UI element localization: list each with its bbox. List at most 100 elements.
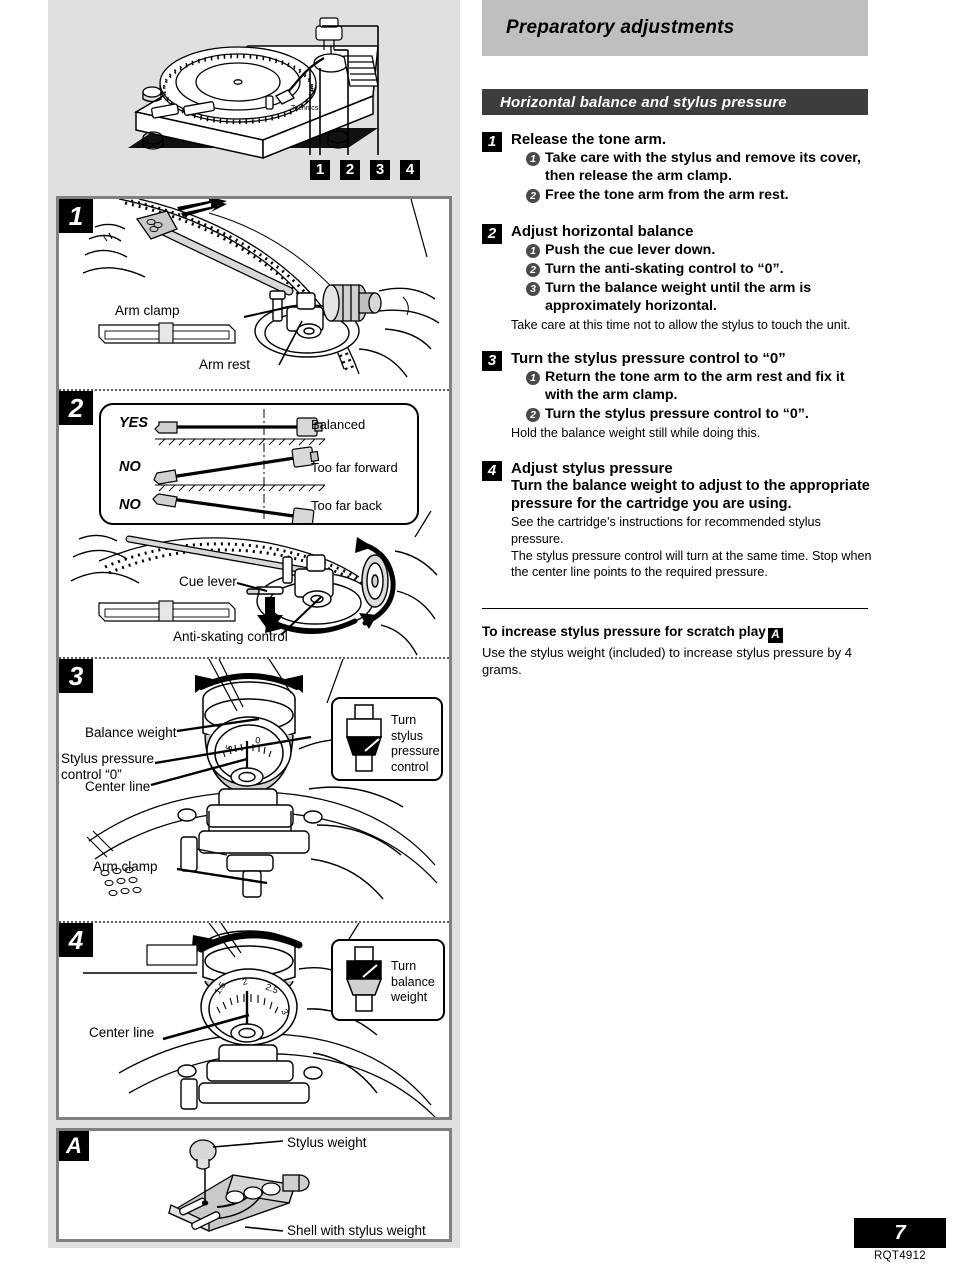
substep: 1 Take care with the stylus and remove i… xyxy=(526,150,872,186)
label-center-line-p3: Center line xyxy=(85,779,151,794)
turntable-overview-illustration: Technics 1 2 3 4 xyxy=(48,0,460,196)
scratch-play-badge: A xyxy=(767,627,783,643)
page-title-bar: Preparatory adjustments xyxy=(482,0,868,56)
substep-text: Turn the anti-skating control to “0”. xyxy=(545,261,784,278)
steps-illustration-frame: 1 Arm clamp Arm rest 2 YES NO NO Balance… xyxy=(56,196,452,1120)
label-arm-clamp-p1: Arm clamp xyxy=(115,303,180,318)
caption-too-far-back: Too far back xyxy=(311,498,382,513)
step-number-1: 1 xyxy=(482,132,502,152)
section-title: Horizontal balance and stylus pressure xyxy=(500,93,787,111)
step-3-substeps: 1 Return the tone arm to the arm rest an… xyxy=(511,369,872,424)
substep-text: Take care with the stylus and remove its… xyxy=(545,150,861,185)
substep: 2 Free the tone arm from the arm rest. xyxy=(526,187,872,205)
label-arm-clamp-p3: Arm clamp xyxy=(93,859,158,874)
callout-badge-3: 3 xyxy=(370,160,390,180)
panel-badge-3: 3 xyxy=(59,659,93,693)
step-number-3: 3 xyxy=(482,351,502,372)
balance-comparison-box: YES NO NO Balanced Too far forward Too f… xyxy=(99,403,419,525)
section-divider xyxy=(482,607,868,609)
step-heading-3: Turn the stylus pressure control to “0” xyxy=(511,350,786,368)
substep-text: Turn the stylus pressure control to “0”. xyxy=(545,406,809,423)
panel-badge-1: 1 xyxy=(59,199,93,233)
scratch-play-body: Use the stylus weight (included) to incr… xyxy=(482,644,852,677)
substep-text: Free the tone arm from the arm rest. xyxy=(545,187,789,204)
manual-page: Technics 1 2 3 4 1 Arm clamp Arm rest 2 … xyxy=(0,0,954,1272)
verdict-no-back: NO xyxy=(119,497,141,513)
label-stylus-weight: Stylus weight xyxy=(287,1135,367,1150)
step-4-bold-body: Turn the balance weight to adjust to the… xyxy=(511,477,870,512)
page-title: Preparatory adjustments xyxy=(506,17,735,38)
inset-turn-balance-weight: Turn balance weight xyxy=(331,939,445,1021)
caption-too-far-forward: Too far forward xyxy=(311,460,398,475)
step-heading-2: Adjust horizontal balance xyxy=(511,222,694,240)
page-footer: 7 RQT4912 xyxy=(854,1218,946,1262)
substep-bullet: 1 xyxy=(526,244,540,259)
substep-text: Return the tone arm to the arm rest and … xyxy=(545,369,845,404)
label-arm-rest-p1: Arm rest xyxy=(199,357,251,372)
overview-callout-row: 1 2 3 4 xyxy=(310,160,420,180)
instruction-step-1: 1 Release the tone arm. 1 Take care with… xyxy=(482,131,872,205)
substep-bullet: 2 xyxy=(526,408,540,423)
scratch-play-section: To increase stylus pressure for scratch … xyxy=(482,623,872,678)
callout-badge-2: 2 xyxy=(340,160,360,180)
substep: 1 Push the cue lever down. xyxy=(526,242,872,260)
verdict-no-forward: NO xyxy=(119,459,141,475)
verdict-yes: YES xyxy=(119,415,149,431)
callout-badge-4: 4 xyxy=(400,160,420,180)
callout-badge-1: 1 xyxy=(310,160,330,180)
substep: 2 Turn the anti-skating control to “0”. xyxy=(526,261,872,279)
substep: 3 Turn the balance weight until the arm … xyxy=(526,280,872,316)
document-code: RQT4912 xyxy=(874,1250,926,1262)
instruction-step-2: 2 Adjust horizontal balance 1 Push the c… xyxy=(482,223,872,333)
label-center-line-p4: Center line xyxy=(89,1025,155,1040)
substep-text: Push the cue lever down. xyxy=(545,242,716,259)
panel-A-stylus-weight: A Stylus weight Shell with stylus weight xyxy=(56,1128,452,1242)
step-4-note-2: The stylus pressure control will turn at… xyxy=(511,549,872,580)
substep-bullet: 3 xyxy=(526,282,540,297)
instruction-column: Preparatory adjustments Horizontal balan… xyxy=(482,0,872,678)
substep: 2 Turn the stylus pressure control to “0… xyxy=(526,406,872,424)
panel-badge-A: A xyxy=(59,1131,89,1161)
step-number-2: 2 xyxy=(482,223,502,244)
inset-turn-stylus-pressure: Turn stylus pressure control xyxy=(331,697,443,781)
step-2-substeps: 1 Push the cue lever down. 2 Turn the an… xyxy=(511,242,872,316)
substep-bullet: 1 xyxy=(526,152,540,167)
caption-balanced: Balanced xyxy=(311,417,366,432)
panel-badge-2: 2 xyxy=(59,391,93,425)
step-3-note: Hold the balance weight still while doin… xyxy=(511,426,761,441)
panel-step-3: 3 0 5 Balance weight Stylus pressure con… xyxy=(59,657,449,921)
inset-label-turn-balance-weight: Turn balance weight xyxy=(391,959,435,1005)
section-title-bar: Horizontal balance and stylus pressure xyxy=(482,89,868,115)
step-4-note-1: See the cartridge’s instructions for rec… xyxy=(511,515,821,546)
inset-label-turn-stylus-pressure: Turn stylus pressure control xyxy=(391,713,440,774)
substep-bullet: 2 xyxy=(526,189,540,204)
instruction-step-3: 3 Turn the stylus pressure control to “0… xyxy=(482,350,872,441)
panel-step-2: 2 YES NO NO Balanced Too far forward Too… xyxy=(59,389,449,657)
balance-weight-icon xyxy=(345,946,383,1012)
substep-bullet: 2 xyxy=(526,263,540,278)
label-shell-with-stylus-weight: Shell with stylus weight xyxy=(287,1223,426,1238)
substep: 1 Return the tone arm to the arm rest an… xyxy=(526,369,872,405)
stylus-pressure-control-icon xyxy=(345,704,383,772)
page-number: 7 xyxy=(854,1218,946,1248)
substep-text: Turn the balance weight until the arm is… xyxy=(545,280,812,314)
substep-bullet: 1 xyxy=(526,371,540,386)
step-heading-1: Release the tone arm. xyxy=(511,131,667,148)
panel-step-4: 4 2 2.5 3 1.5 Center line Turn balance w… xyxy=(59,921,449,1117)
panel-step-1: 1 Arm clamp Arm rest xyxy=(59,199,449,389)
step-1-substeps: 1 Take care with the stylus and remove i… xyxy=(511,150,872,205)
label-cue-lever: Cue lever xyxy=(179,574,237,589)
instruction-step-4: 4 Adjust stylus pressure Turn the balanc… xyxy=(482,460,872,581)
illustration-column: Technics 1 2 3 4 1 Arm clamp Arm rest 2 … xyxy=(48,0,460,1248)
svg-text:0: 0 xyxy=(255,735,261,745)
panel1-drawing xyxy=(82,199,440,378)
label-balance-weight: Balance weight xyxy=(85,725,177,740)
scratch-play-heading: To increase stylus pressure for scratch … xyxy=(482,623,872,643)
brand-text: Technics xyxy=(291,105,319,112)
step-2-note: Take care at this time not to allow the … xyxy=(511,317,851,332)
label-anti-skating-control: Anti-skating control xyxy=(173,629,288,644)
step-heading-4: Adjust stylus pressure xyxy=(511,459,673,477)
scratch-play-heading-text: To increase stylus pressure for scratch … xyxy=(482,623,766,639)
panel-badge-4: 4 xyxy=(59,923,93,957)
step-number-4: 4 xyxy=(482,460,502,481)
